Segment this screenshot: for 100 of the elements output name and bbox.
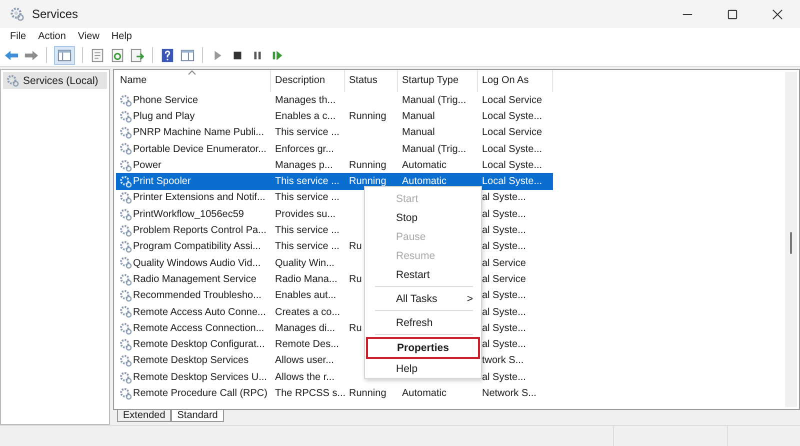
menu-item[interactable]: Help <box>105 30 138 42</box>
table-cell[interactable]: Running <box>345 157 398 174</box>
table-cell[interactable]: Automatic <box>398 157 478 174</box>
table-cell[interactable]: This service ... <box>271 190 345 206</box>
table-cell[interactable]: Remote Desktop Services U... <box>116 369 271 386</box>
table-cell[interactable]: Program Compatibility Assi... <box>116 238 271 255</box>
table-cell[interactable]: Manual <box>398 124 478 141</box>
view-tab[interactable]: Standard <box>171 410 224 422</box>
table-cell[interactable]: Local Syste... <box>478 108 553 125</box>
table-cell[interactable]: Enables aut... <box>271 288 345 304</box>
table-cell[interactable]: Provides su... <box>271 206 345 222</box>
table-cell[interactable]: al Syste... <box>478 369 553 386</box>
view-tab[interactable]: Extended <box>117 410 172 422</box>
table-cell[interactable]: Allows the r... <box>271 369 345 386</box>
table-cell[interactable]: Manual (Trig... <box>398 92 478 108</box>
table-cell[interactable]: Recommended Troublesho... <box>116 288 271 304</box>
table-cell[interactable]: Allows user... <box>271 352 345 370</box>
gear-icon <box>119 272 132 286</box>
table-cell[interactable]: Manages di... <box>271 320 345 336</box>
refresh-icon[interactable] <box>110 48 125 62</box>
window-panel-icon[interactable] <box>180 48 195 62</box>
tree-item[interactable]: Services (Local) <box>3 72 107 89</box>
table-cell[interactable]: Running <box>345 108 398 125</box>
table-cell[interactable]: al Syste... <box>478 288 553 304</box>
table-cell[interactable]: al Syste... <box>478 222 553 239</box>
table-cell[interactable]: PNRP Machine Name Publi... <box>116 124 271 141</box>
column-header[interactable]: Log On As <box>478 70 553 92</box>
table-cell[interactable]: Manual (Trig... <box>398 140 478 158</box>
context-menu-item[interactable]: Stop <box>365 208 481 227</box>
gear-icon <box>119 240 132 254</box>
column-header[interactable]: Status <box>345 70 398 92</box>
table-cell[interactable]: Manages th... <box>271 92 345 108</box>
table-cell[interactable]: Remote Des... <box>271 336 345 353</box>
table-cell[interactable]: Quality Win... <box>271 254 345 272</box>
table-cell[interactable]: twork S... <box>478 352 553 370</box>
table-cell[interactable]: This service ... <box>271 173 345 190</box>
table-cell[interactable]: Power <box>116 157 271 174</box>
column-header[interactable]: Name <box>116 70 271 92</box>
table-cell[interactable]: Plug and Play <box>116 108 271 125</box>
table-cell[interactable]: This service ... <box>271 124 345 141</box>
close-icon[interactable] <box>772 8 783 20</box>
console-tree-button[interactable] <box>54 46 75 64</box>
table-cell[interactable]: This service ... <box>271 222 345 239</box>
table-cell[interactable]: Enforces gr... <box>271 140 345 158</box>
gear-icon <box>119 256 132 270</box>
table-cell[interactable]: Manual <box>398 108 478 125</box>
table-cell[interactable]: al Syste... <box>478 190 553 206</box>
table-cell[interactable]: Local Service <box>478 92 553 108</box>
services-gear-icon <box>10 7 24 21</box>
table-cell[interactable]: Remote Desktop Configurat... <box>116 336 271 353</box>
table-cell[interactable]: Radio Management Service <box>116 271 271 288</box>
context-menu-item[interactable]: Properties <box>366 337 480 359</box>
table-cell[interactable]: Remote Access Connection... <box>116 320 271 336</box>
table-cell[interactable]: Enables a c... <box>271 108 345 125</box>
table-cell[interactable]: Running <box>345 385 398 402</box>
table-cell[interactable]: al Syste... <box>478 206 553 222</box>
table-cell[interactable]: Radio Mana... <box>271 271 345 288</box>
table-cell[interactable]: Remote Desktop Services <box>116 352 271 370</box>
table-cell[interactable]: Portable Device Enumerator... <box>116 140 271 158</box>
table-cell[interactable]: Print Spooler <box>116 173 271 190</box>
maximize-icon[interactable] <box>727 8 738 20</box>
context-menu-item[interactable]: Help <box>365 359 481 378</box>
export-list-icon[interactable] <box>130 48 145 62</box>
table-cell[interactable]: Printer Extensions and Notif... <box>116 190 271 206</box>
gear-icon <box>6 74 19 87</box>
column-header[interactable]: Startup Type <box>398 70 478 92</box>
column-header[interactable]: Description <box>271 70 345 92</box>
table-cell[interactable]: This service ... <box>271 238 345 255</box>
properties-sheet-icon[interactable] <box>90 48 105 62</box>
table-cell[interactable]: al Syste... <box>478 336 553 353</box>
table-cell[interactable]: Local Syste... <box>478 140 553 158</box>
table-cell[interactable]: Phone Service <box>116 92 271 108</box>
table-cell[interactable]: The RPCSS s... <box>271 385 345 402</box>
table-cell[interactable]: Manages p... <box>271 157 345 174</box>
gear-icon <box>119 94 132 106</box>
gear-icon <box>119 305 132 318</box>
table-cell[interactable]: Local Syste... <box>478 173 553 190</box>
context-menu-item[interactable]: Refresh <box>365 313 481 332</box>
context-menu-item[interactable]: Restart <box>365 265 481 284</box>
table-cell[interactable]: Local Service <box>478 124 553 141</box>
table-cell[interactable]: al Service <box>478 271 553 288</box>
table-cell[interactable]: PrintWorkflow_1056ec59 <box>116 206 271 222</box>
context-menu-item[interactable]: All Tasks > <box>365 289 481 308</box>
table-cell[interactable]: al Syste... <box>478 304 553 320</box>
help-book-icon[interactable] <box>160 48 175 62</box>
table-cell[interactable]: Problem Reports Control Pa... <box>116 222 271 239</box>
table-cell[interactable]: Quality Windows Audio Vid... <box>116 254 271 272</box>
table-cell[interactable]: Remote Access Auto Conne... <box>116 304 271 320</box>
table-cell[interactable]: al Service <box>478 254 553 272</box>
table-cell[interactable]: Remote Procedure Call (RPC) <box>116 385 271 402</box>
scrollbar-thumb[interactable] <box>790 232 792 254</box>
table-cell[interactable]: Creates a co... <box>271 304 345 320</box>
table-cell[interactable]: Automatic <box>398 385 478 402</box>
menu-item[interactable]: View <box>72 30 106 42</box>
table-cell[interactable]: al Syste... <box>478 238 553 255</box>
menu-item[interactable]: Action <box>32 30 72 42</box>
table-cell[interactable]: al Syste... <box>478 320 553 336</box>
menu-item[interactable]: File <box>4 30 32 42</box>
table-cell[interactable]: Local Syste... <box>478 157 553 174</box>
table-cell[interactable]: Network S... <box>478 385 553 402</box>
